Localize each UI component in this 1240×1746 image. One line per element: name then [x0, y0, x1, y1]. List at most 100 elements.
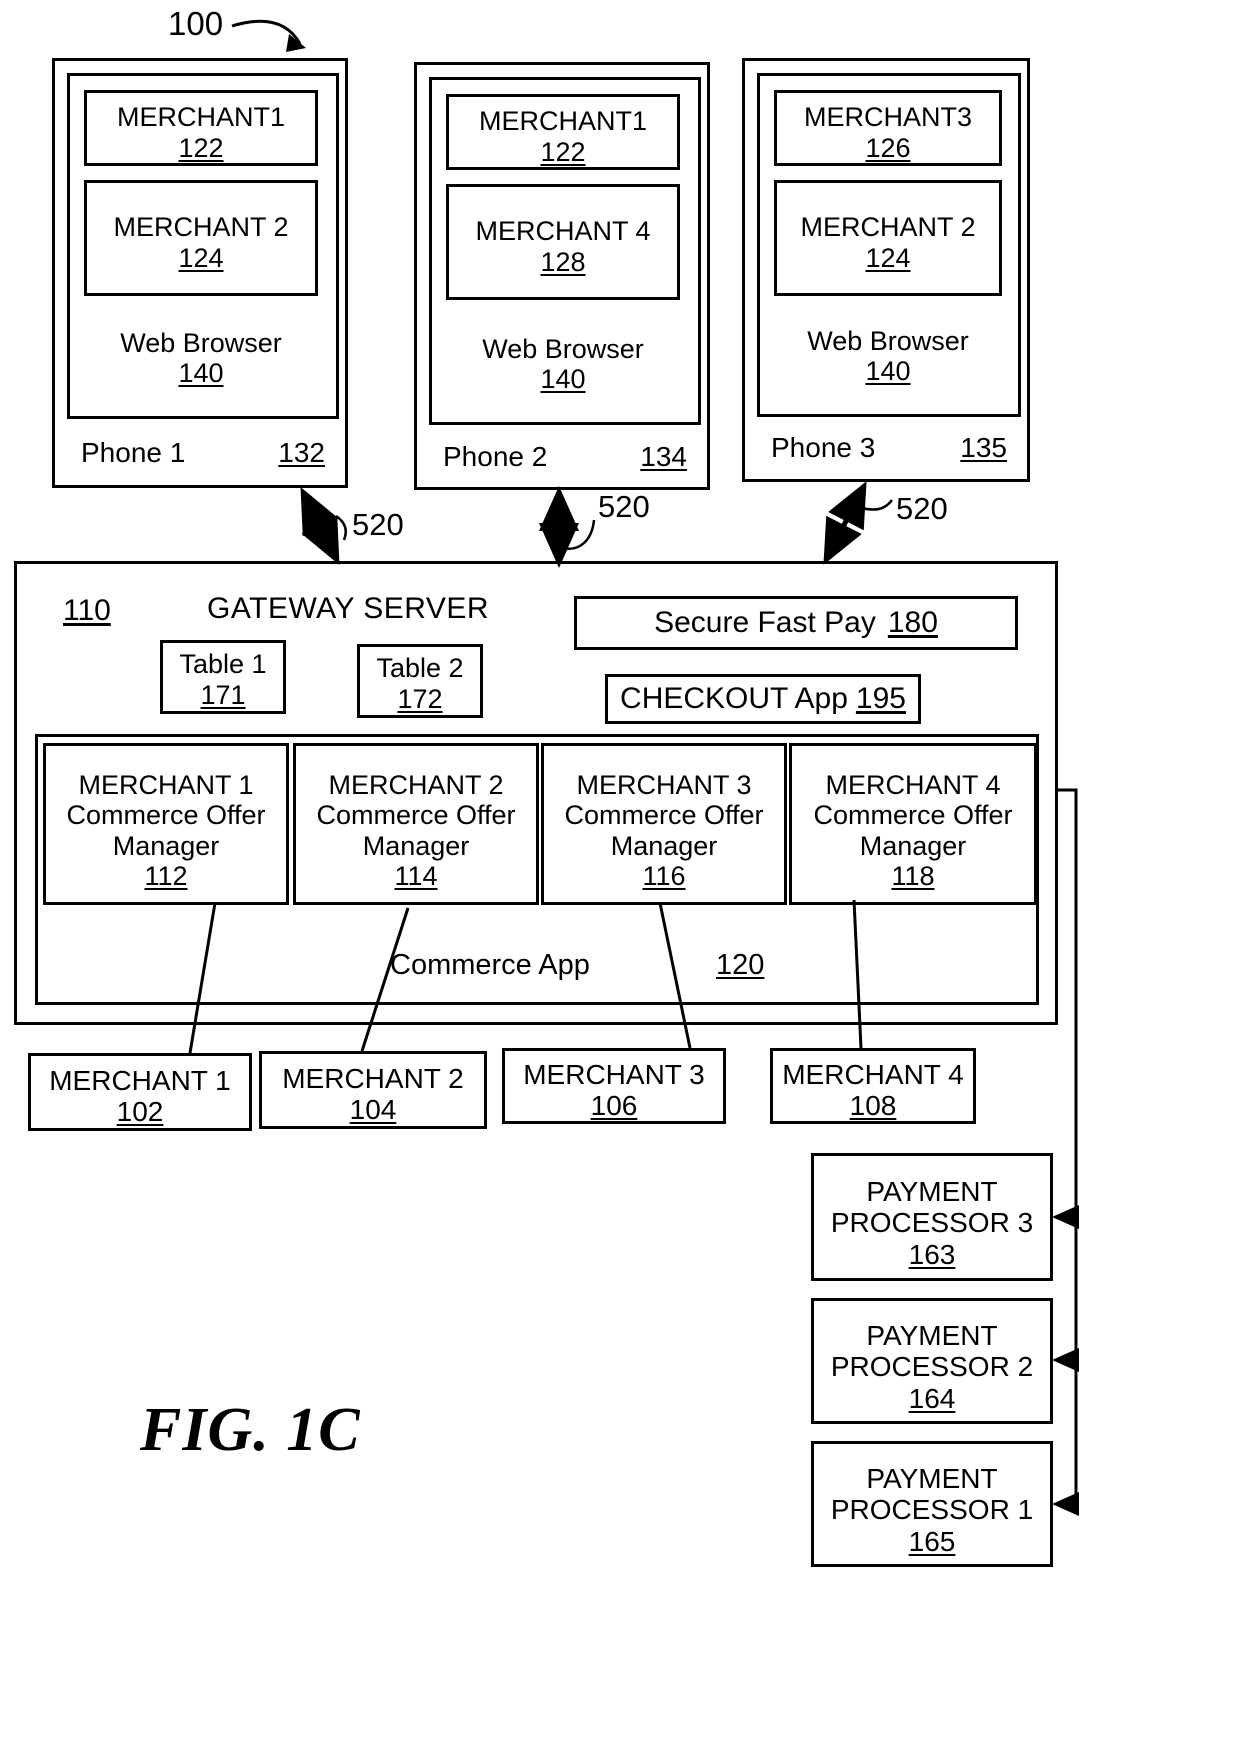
payment-processor-3-box[interactable]: PAYMENT PROCESSOR 3 163: [811, 1153, 1053, 1281]
app-ref: 122: [178, 132, 224, 163]
app-ref: 126: [865, 132, 911, 163]
offer-manager-line3: Manager: [859, 830, 967, 861]
table-1-box[interactable]: Table 1 171: [160, 640, 286, 714]
phone-3-screen: MERCHANT3 126 MERCHANT 2 124 Web Browser…: [757, 73, 1021, 417]
payment-processor-line2: PROCESSOR 1: [830, 1494, 1034, 1526]
gateway-server: 110 GATEWAY SERVER Table 1 171 Table 2 1…: [14, 561, 1058, 1025]
link-leader-520-phone1: [335, 514, 347, 541]
merchant-2-box[interactable]: MERCHANT 2 104: [259, 1051, 487, 1129]
phone-3-app-merchant2[interactable]: MERCHANT 2 124: [774, 180, 1002, 296]
offer-manager-line3: Manager: [610, 830, 718, 861]
browser-ref: 140: [540, 364, 586, 394]
offer-manager-ref: 112: [144, 860, 188, 891]
link-label-520-phone3: 520: [896, 491, 948, 526]
app-label: MERCHANT 2: [113, 212, 289, 243]
figure-caption: FIG. 1C: [140, 1396, 361, 1464]
merchant-1-commerce-offer-manager[interactable]: MERCHANT 1 Commerce Offer Manager 112: [43, 743, 289, 905]
merchant-label: MERCHANT 4: [782, 1058, 964, 1090]
app-label: MERCHANT1: [478, 106, 647, 137]
phone-2-app-merchant1[interactable]: MERCHANT1 122: [446, 94, 680, 170]
app-ref: 124: [178, 242, 224, 273]
app-ref: 128: [540, 246, 586, 277]
merchant-2-commerce-offer-manager[interactable]: MERCHANT 2 Commerce Offer Manager 114: [293, 743, 539, 905]
offer-manager-ref: 116: [642, 860, 686, 891]
phone-3-web-browser[interactable]: Web Browser 140: [774, 308, 1002, 404]
payment-processor-1-box[interactable]: PAYMENT PROCESSOR 1 165: [811, 1441, 1053, 1567]
payment-processor-line2: PROCESSOR 2: [830, 1351, 1034, 1383]
gateway-server-ref: 110: [63, 594, 111, 627]
phone-2-footer: Phone 2 134: [429, 431, 701, 483]
phone-2-screen: MERCHANT1 122 MERCHANT 4 128 Web Browser…: [429, 77, 701, 425]
phone-ref: 132: [278, 437, 325, 469]
merchant-ref: 108: [849, 1090, 897, 1121]
table-2-ref: 172: [397, 683, 443, 714]
offer-manager-ref: 118: [891, 860, 935, 891]
payment-processor-ref: 165: [908, 1525, 956, 1557]
merchant-1-box[interactable]: MERCHANT 1 102: [28, 1053, 252, 1131]
payment-processor-2-box[interactable]: PAYMENT PROCESSOR 2 164: [811, 1298, 1053, 1424]
app-label: MERCHANT1: [116, 102, 285, 133]
payment-processor-ref: 164: [908, 1382, 956, 1414]
phone-1-app-merchant2[interactable]: MERCHANT 2 124: [84, 180, 318, 296]
browser-label: Web Browser: [120, 327, 282, 358]
link-leader-520-phone2: [561, 519, 596, 551]
checkout-app-box[interactable]: CHECKOUT App 195: [605, 674, 921, 724]
system-reference-label: 100: [168, 5, 224, 42]
secure-fast-pay-box[interactable]: Secure Fast Pay 180: [574, 596, 1018, 650]
link-label-520-phone2: 520: [598, 489, 650, 524]
phone-2-web-browser[interactable]: Web Browser 140: [446, 316, 680, 412]
secure-fast-pay-label: Secure Fast Pay: [654, 606, 876, 640]
merchant-ref: 104: [349, 1094, 397, 1125]
checkout-app-label: CHECKOUT App: [620, 682, 848, 716]
commerce-app-ref: 120: [716, 949, 765, 981]
phone-1-gateway-link: [300, 487, 340, 565]
phone-2-app-merchant4[interactable]: MERCHANT 4 128: [446, 184, 680, 300]
phone-1-web-browser[interactable]: Web Browser 140: [84, 310, 318, 406]
app-label: MERCHANT3: [803, 102, 972, 133]
phone-1-screen: MERCHANT1 122 MERCHANT 2 124 Web Browser…: [67, 73, 339, 419]
merchant-3-commerce-offer-manager[interactable]: MERCHANT 3 Commerce Offer Manager 116: [541, 743, 787, 905]
browser-ref: 140: [178, 358, 224, 388]
payment-processor-ref: 163: [908, 1238, 956, 1270]
app-label: MERCHANT 2: [800, 212, 976, 243]
merchant-label: MERCHANT 1: [49, 1064, 231, 1096]
table-2-box[interactable]: Table 2 172: [357, 644, 483, 718]
payment-bus-line: [1058, 788, 1078, 1217]
offer-manager-line2: Commerce Offer: [316, 800, 516, 831]
checkout-app-ref: 195: [855, 682, 906, 716]
phone-ref: 134: [640, 441, 687, 473]
gateway-server-title: GATEWAY SERVER: [207, 592, 490, 625]
merchant-ref: 106: [590, 1090, 638, 1121]
phone-1: MERCHANT1 122 MERCHANT 2 124 Web Browser…: [52, 58, 348, 488]
commerce-app-panel: MERCHANT 1 Commerce Offer Manager 112 ME…: [35, 734, 1039, 1005]
payment-processor-line1: PAYMENT: [866, 1175, 998, 1207]
offer-manager-line1: MERCHANT 2: [328, 770, 504, 801]
merchant-3-box[interactable]: MERCHANT 3 106: [502, 1048, 726, 1124]
secure-fast-pay-ref: 180: [887, 606, 938, 640]
browser-ref: 140: [865, 356, 911, 386]
link-label-520-phone1: 520: [352, 507, 404, 542]
phone-3-app-merchant3[interactable]: MERCHANT3 126: [774, 90, 1002, 166]
merchant-4-commerce-offer-manager[interactable]: MERCHANT 4 Commerce Offer Manager 118: [789, 743, 1037, 905]
offer-manager-line1: MERCHANT 1: [78, 770, 254, 801]
phone-2: MERCHANT1 122 MERCHANT 4 128 Web Browser…: [414, 62, 710, 490]
phone-name: Phone 3: [771, 432, 876, 464]
phone-3: MERCHANT3 126 MERCHANT 2 124 Web Browser…: [742, 58, 1030, 482]
payment-processor-line1: PAYMENT: [866, 1319, 998, 1351]
browser-label: Web Browser: [482, 333, 644, 364]
offer-manager-line3: Manager: [362, 830, 470, 861]
merchant-ref: 102: [116, 1096, 164, 1127]
phone-1-app-merchant1[interactable]: MERCHANT1 122: [84, 90, 318, 166]
app-ref: 124: [865, 242, 911, 273]
offer-manager-ref: 114: [394, 860, 438, 891]
phone-1-footer: Phone 1 132: [67, 425, 339, 481]
table-1-ref: 171: [200, 679, 246, 710]
offer-manager-line2: Commerce Offer: [564, 800, 764, 831]
system-leader-arrowhead: [286, 34, 306, 52]
table-1-label: Table 1: [179, 649, 267, 680]
offer-manager-line2: Commerce Offer: [813, 800, 1013, 831]
merchant-4-box[interactable]: MERCHANT 4 108: [770, 1048, 976, 1124]
patent-figure-1c: 100 MERCHANT1 122 MERCHANT 2 124 Web Bro…: [0, 0, 1240, 1746]
system-leader-arrow: [231, 19, 302, 45]
merchant-label: MERCHANT 2: [282, 1062, 464, 1094]
